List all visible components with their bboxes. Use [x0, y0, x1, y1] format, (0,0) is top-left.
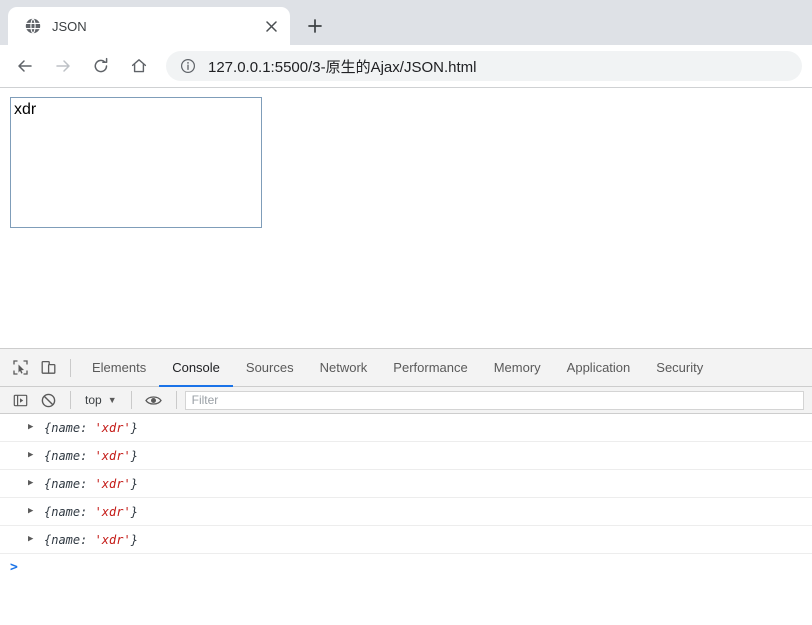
log-object-suffix: }: [130, 448, 138, 463]
devtools-tab-bar: Elements Console Sources Network Perform…: [0, 349, 812, 387]
console-toolbar: top ▼ Filter: [0, 387, 812, 414]
console-log-row[interactable]: ▶ {name: 'xdr' }: [0, 526, 812, 554]
toolbar-divider-2: [70, 391, 71, 409]
console-log-row[interactable]: ▶ {name: 'xdr' }: [0, 470, 812, 498]
tab-application[interactable]: Application: [554, 349, 644, 387]
log-string-value: 'xdr': [94, 532, 131, 547]
context-selector[interactable]: top ▼: [79, 390, 123, 410]
toolbar-divider-4: [175, 391, 177, 409]
address-bar[interactable]: 127.0.0.1:5500/3-原生的Ajax/JSON.html: [166, 51, 802, 81]
console-sidebar-icon[interactable]: [6, 386, 34, 414]
clear-console-icon[interactable]: [34, 386, 62, 414]
toolbar-divider: [70, 358, 71, 377]
tab-strip: JSON: [0, 0, 812, 45]
toolbar-divider-3: [130, 391, 132, 409]
log-object-suffix: }: [130, 504, 138, 519]
devtools-panel: Elements Console Sources Network Perform…: [0, 348, 812, 625]
globe-icon: [24, 17, 42, 35]
log-object-prefix: {name:: [44, 420, 95, 435]
address-bar-url: 127.0.0.1:5500/3-原生的Ajax/JSON.html: [208, 58, 477, 76]
expand-arrow-icon[interactable]: ▶: [28, 423, 40, 432]
expand-arrow-icon[interactable]: ▶: [28, 535, 40, 544]
log-string-value: 'xdr': [94, 420, 131, 435]
console-prompt[interactable]: >: [0, 554, 812, 580]
plus-icon: [308, 19, 322, 33]
tab-title: JSON: [52, 18, 87, 34]
reload-button[interactable]: [86, 51, 116, 81]
filter-input[interactable]: Filter: [184, 390, 804, 410]
new-tab-button[interactable]: [299, 10, 331, 42]
console-log-row[interactable]: ▶ {name: 'xdr' }: [0, 442, 812, 470]
navigation-toolbar: 127.0.0.1:5500/3-原生的Ajax/JSON.html: [0, 45, 812, 88]
live-expression-eye-icon[interactable]: [140, 386, 168, 414]
log-object-prefix: {name:: [44, 476, 95, 491]
device-toolbar-icon[interactable]: [34, 354, 62, 382]
log-object-suffix: }: [130, 420, 138, 435]
log-string-value: 'xdr': [94, 448, 131, 463]
chevron-down-icon: ▼: [107, 395, 117, 405]
inspect-element-icon[interactable]: [6, 354, 34, 382]
tab-memory[interactable]: Memory: [481, 349, 554, 387]
reload-icon: [94, 57, 108, 73]
back-button[interactable]: [10, 51, 40, 81]
expand-arrow-icon[interactable]: ▶: [28, 507, 40, 516]
expand-arrow-icon[interactable]: ▶: [28, 451, 40, 460]
console-output: ▶ {name: 'xdr' } ▶ {name: 'xdr' } ▶ {nam…: [0, 414, 812, 625]
log-object-prefix: {name:: [44, 532, 95, 547]
browser-window: JSON 127.0.0.1:5500/3-原生的Ajax/JSON.html …: [0, 0, 812, 625]
context-selector-label: top: [85, 393, 102, 407]
prompt-chevron-icon: >: [10, 559, 18, 575]
log-object-prefix: {name:: [44, 448, 95, 463]
info-circle-icon[interactable]: [180, 58, 196, 74]
log-string-value: 'xdr': [94, 476, 131, 491]
page-viewport: xdr: [0, 88, 812, 348]
console-log-row[interactable]: ▶ {name: 'xdr' }: [0, 498, 812, 526]
close-icon[interactable]: [260, 15, 282, 37]
tab-performance[interactable]: Performance: [380, 349, 480, 387]
home-button[interactable]: [124, 51, 154, 81]
log-object-prefix: {name:: [44, 504, 95, 519]
forward-button[interactable]: [48, 51, 78, 81]
console-log-row[interactable]: ▶ {name: 'xdr' }: [0, 414, 812, 442]
log-string-value: 'xdr': [94, 504, 131, 519]
expand-arrow-icon[interactable]: ▶: [28, 479, 40, 488]
tab-elements[interactable]: Elements: [79, 349, 159, 387]
log-object-suffix: }: [130, 532, 138, 547]
arrow-right-icon: [56, 60, 70, 72]
tab-security[interactable]: Security: [643, 349, 716, 387]
home-icon: [131, 59, 147, 73]
result-textbox[interactable]: xdr: [10, 97, 262, 228]
tab-sources[interactable]: Sources: [233, 349, 307, 387]
tab-network[interactable]: Network: [307, 349, 381, 387]
arrow-left-icon: [18, 60, 32, 72]
browser-tab-json[interactable]: JSON: [8, 7, 290, 45]
tab-console[interactable]: Console: [159, 349, 233, 387]
log-object-suffix: }: [130, 476, 138, 491]
